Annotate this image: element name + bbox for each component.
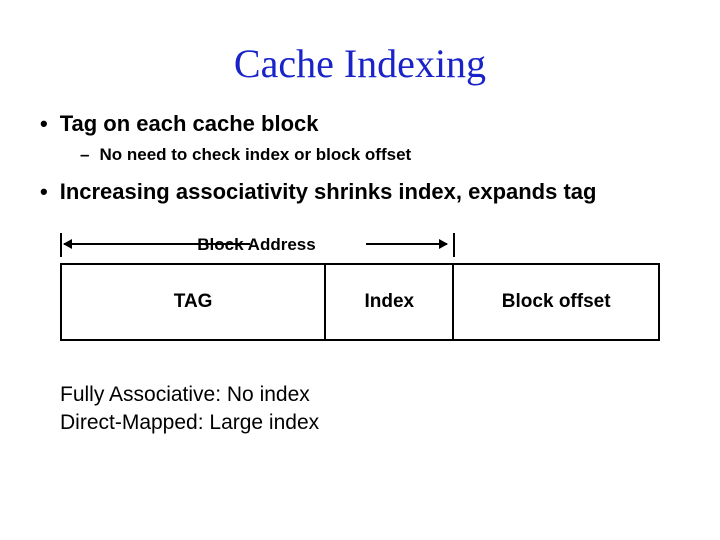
slide-title: Cache Indexing xyxy=(30,40,690,87)
bullet-item-1-sub: – No need to check index or block offset xyxy=(80,145,690,165)
bullet-text: No need to check index or block offset xyxy=(99,145,411,165)
bullet-item-2: • Increasing associativity shrinks index… xyxy=(40,179,690,205)
bullet-dot-icon: • xyxy=(40,111,48,137)
block-address-span: Block Address xyxy=(60,233,660,259)
bullet-dot-icon: • xyxy=(40,179,48,205)
note-line-2: Direct-Mapped: Large index xyxy=(60,409,690,437)
bullet-text: Increasing associativity shrinks index, … xyxy=(60,179,597,205)
field-index: Index xyxy=(324,265,452,339)
address-fields: TAG Index Block offset xyxy=(60,263,660,341)
field-tag: TAG xyxy=(62,265,324,339)
bullet-text: Tag on each cache block xyxy=(60,111,319,137)
bullet-dash-icon: – xyxy=(80,145,89,165)
bullet-item-1: • Tag on each cache block xyxy=(40,111,690,137)
bullet-list: • Tag on each cache block – No need to c… xyxy=(30,111,690,205)
address-diagram: Block Address TAG Index Block offset xyxy=(30,233,690,341)
block-address-label: Block Address xyxy=(60,235,453,255)
note-line-1: Fully Associative: No index xyxy=(60,381,690,409)
field-offset: Block offset xyxy=(452,265,658,339)
notes: Fully Associative: No index Direct-Mappe… xyxy=(60,381,690,438)
